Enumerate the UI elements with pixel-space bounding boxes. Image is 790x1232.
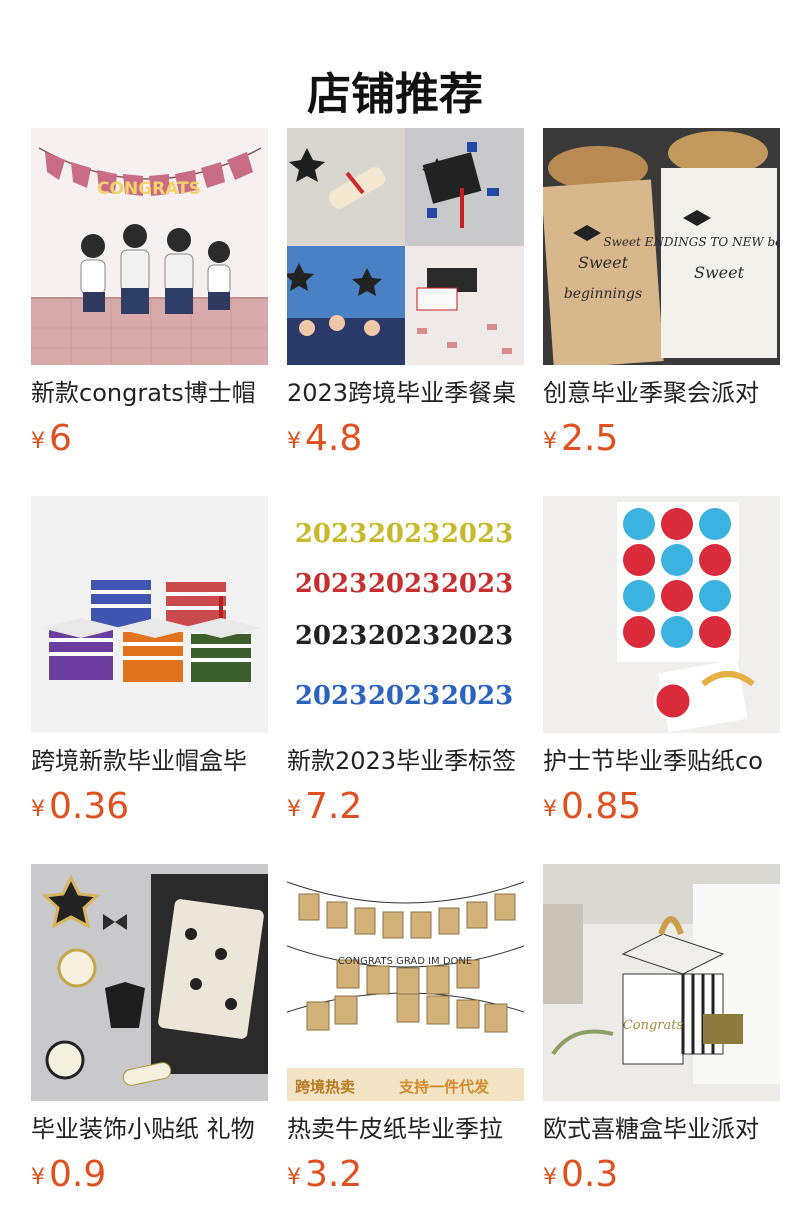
product-price: ¥0.36 xyxy=(31,787,268,833)
currency-symbol: ¥ xyxy=(543,1165,557,1190)
banner-text: CONGRATS xyxy=(97,179,201,199)
banner-right-text: 支持一件代发 xyxy=(398,1078,490,1096)
product-card[interactable]: Congrats 欧式喜糖盒毕业派对 ¥0.3 xyxy=(543,864,780,1201)
svg-text:2023: 2023 xyxy=(441,621,513,651)
svg-text:2023: 2023 xyxy=(295,681,367,711)
product-name[interactable]: 创意毕业季聚会派对 xyxy=(543,377,780,409)
product-image[interactable]: Congrats xyxy=(543,864,780,1101)
product-image[interactable] xyxy=(31,496,268,733)
product-card[interactable]: CONGRATS GRAD IM DONE 跨境热卖 支持一件代发 热卖牛皮纸毕… xyxy=(287,864,524,1201)
sticker-text: 2023 xyxy=(295,519,367,549)
product-image[interactable]: CONGRATS GRAD IM DONE 跨境热卖 支持一件代发 xyxy=(287,864,524,1101)
svg-text:2023: 2023 xyxy=(441,569,513,599)
product-name[interactable]: 护士节毕业季贴纸co xyxy=(543,745,780,777)
svg-text:2023: 2023 xyxy=(295,621,367,651)
svg-text:2023: 2023 xyxy=(441,519,513,549)
price-value: 0.85 xyxy=(561,786,642,827)
svg-text:2023: 2023 xyxy=(368,569,440,599)
product-name[interactable]: 毕业装饰小贴纸 礼物 xyxy=(31,1113,268,1145)
product-price: ¥3.2 xyxy=(287,1155,524,1201)
price-value: 0.9 xyxy=(49,1154,107,1195)
svg-text:2023: 2023 xyxy=(368,681,440,711)
price-value: 3.2 xyxy=(305,1154,363,1195)
svg-text:2023: 2023 xyxy=(295,569,367,599)
price-value: 7.2 xyxy=(305,786,363,827)
price-value: 4.8 xyxy=(305,418,363,459)
product-price: ¥4.8 xyxy=(287,419,524,465)
currency-symbol: ¥ xyxy=(543,797,557,822)
product-price: ¥2.5 xyxy=(543,419,780,465)
product-image[interactable]: CONGRATS xyxy=(31,128,268,365)
product-price: ¥0.85 xyxy=(543,787,780,833)
product-image[interactable]: 2023 2023 2023 2023 2023 2023 2023 2023 2023 … xyxy=(287,496,524,733)
svg-text:beginnings: beginnings xyxy=(564,286,642,302)
product-card[interactable]: 2023 2023 2023 2023 2023 2023 2023 2023 2023 … xyxy=(287,496,524,833)
currency-symbol: ¥ xyxy=(287,429,301,454)
currency-symbol: ¥ xyxy=(31,797,45,822)
product-card[interactable]: Sweet Sweet ENDINGS TO NEW beginnings be… xyxy=(543,128,780,465)
page-title: 店铺推荐 xyxy=(307,69,483,121)
price-value: 0.3 xyxy=(561,1154,619,1195)
product-name[interactable]: 热卖牛皮纸毕业季拉 xyxy=(287,1113,524,1145)
product-card[interactable]: 护士节毕业季贴纸co ¥0.85 xyxy=(543,496,780,833)
svg-text:2023: 2023 xyxy=(441,681,513,711)
product-image[interactable] xyxy=(287,128,524,365)
svg-text:Sweet: Sweet xyxy=(694,263,745,282)
product-price: ¥0.9 xyxy=(31,1155,268,1201)
product-card[interactable]: 毕业装饰小贴纸 礼物 ¥0.9 xyxy=(31,864,268,1201)
product-image[interactable] xyxy=(31,864,268,1101)
banner-left-text: 跨境热卖 xyxy=(295,1078,355,1096)
product-price: ¥0.3 xyxy=(543,1155,780,1201)
product-image[interactable]: Sweet Sweet ENDINGS TO NEW beginnings be… xyxy=(543,128,780,365)
currency-symbol: ¥ xyxy=(287,1165,301,1190)
product-card[interactable]: 2023跨境毕业季餐桌 ¥4.8 xyxy=(287,128,524,465)
currency-symbol: ¥ xyxy=(287,797,301,822)
product-price: ¥7.2 xyxy=(287,787,524,833)
currency-symbol: ¥ xyxy=(31,1165,45,1190)
product-image-text: Sweet ENDINGS TO NEW beginnings xyxy=(603,235,780,249)
product-image[interactable] xyxy=(543,496,780,733)
product-name[interactable]: 欧式喜糖盒毕业派对 xyxy=(543,1113,780,1145)
product-price: ¥6 xyxy=(31,419,268,465)
currency-symbol: ¥ xyxy=(543,429,557,454)
price-value: 0.36 xyxy=(49,786,130,827)
product-card[interactable]: CONGRATS 新款congrats博士帽 ¥6 xyxy=(31,128,268,465)
price-value: 6 xyxy=(49,418,72,459)
product-name[interactable]: 跨境新款毕业帽盒毕 xyxy=(31,745,268,777)
svg-text:2023: 2023 xyxy=(368,621,440,651)
svg-text:Sweet: Sweet xyxy=(578,253,629,272)
price-value: 2.5 xyxy=(561,418,619,459)
currency-symbol: ¥ xyxy=(31,429,45,454)
product-name[interactable]: 新款2023毕业季标签 xyxy=(287,745,524,777)
product-name[interactable]: 2023跨境毕业季餐桌 xyxy=(287,377,524,409)
banner-text: CONGRATS GRAD IM DONE xyxy=(338,956,472,967)
box-label: Congrats xyxy=(623,1018,684,1033)
product-name[interactable]: 新款congrats博士帽 xyxy=(31,377,268,409)
svg-text:2023: 2023 xyxy=(368,519,440,549)
product-card[interactable]: 跨境新款毕业帽盒毕 ¥0.36 xyxy=(31,496,268,833)
